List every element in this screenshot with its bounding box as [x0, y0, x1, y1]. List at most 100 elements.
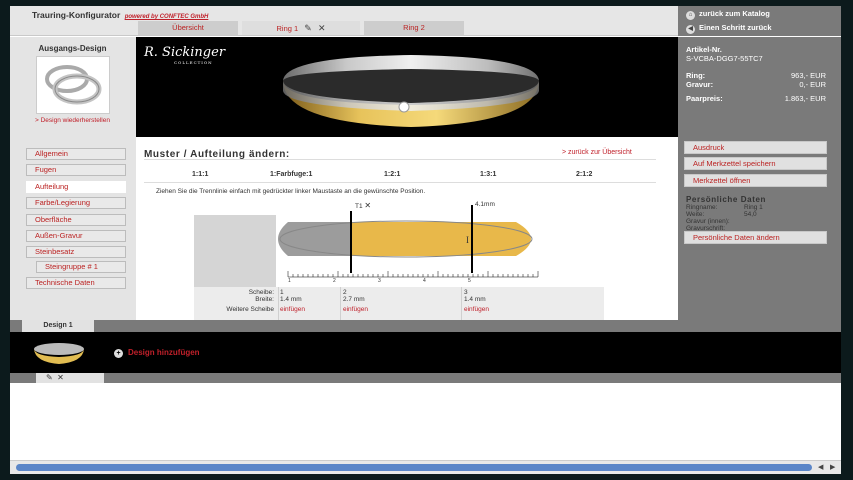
- horizontal-scrollbar[interactable]: ◀ ▶: [10, 460, 841, 474]
- editor-background: [194, 215, 276, 288]
- tab-label: Ring 1: [276, 24, 299, 33]
- price-label: Ring:: [686, 71, 706, 80]
- price-value: 0,- EUR: [799, 80, 826, 89]
- insert-slice-link[interactable]: einfügen: [464, 306, 489, 313]
- powered-by-link[interactable]: powered by CONFTEC GmbH: [125, 14, 209, 20]
- slice-number: 2: [343, 289, 347, 296]
- ruler-label: 5: [468, 278, 471, 284]
- close-icon[interactable]: ✕: [364, 201, 371, 210]
- ruler-label: 4: [423, 278, 426, 284]
- width-label: 4.1mm: [475, 201, 495, 208]
- tab-ring-1[interactable]: Ring 1 ✎ ✕: [242, 21, 360, 35]
- menu-steingruppe-1[interactable]: Steingruppe # 1: [36, 261, 126, 273]
- slice-number: 3: [464, 289, 468, 296]
- personal-row: Weite: 54,0: [686, 211, 830, 218]
- instruction-text: Ziehen Sie die Trennlinie einfach mit ge…: [156, 188, 426, 195]
- insert-slice-link[interactable]: einfügen: [343, 306, 368, 313]
- personal-data-title: Persönliche Daten: [686, 195, 767, 204]
- insert-slice-link[interactable]: einfügen: [280, 306, 305, 313]
- weitere-header: Weitere Scheibe: [226, 306, 274, 313]
- back-arrow-icon: ◀: [686, 25, 695, 34]
- back-to-overview-link[interactable]: > zurück zur Übersicht: [562, 149, 632, 156]
- handle-label-text: T1: [355, 203, 363, 210]
- scheibe-header: Scheibe:: [248, 289, 274, 296]
- personal-row: Ringname: Ring 1: [686, 204, 830, 211]
- ratio-option[interactable]: 1:1:1: [192, 171, 208, 178]
- catalog-link[interactable]: ⌂ zurück zum Katalog: [686, 9, 770, 20]
- add-design-label: Design hinzufügen: [128, 348, 200, 357]
- ratio-option[interactable]: 1:2:1: [384, 171, 400, 178]
- app-title: Trauring-Konfigurator powered by CONFTEC…: [32, 10, 208, 20]
- menu-farbe-legierung[interactable]: Farbe/Legierung: [26, 197, 126, 209]
- menu-aussen-gravur[interactable]: Außen-Gravur: [26, 230, 126, 242]
- rings-thumbnail-icon: [44, 65, 101, 105]
- divider: [144, 159, 656, 160]
- menu-aufteilung[interactable]: Aufteilung: [26, 181, 126, 193]
- scroll-right-icon[interactable]: ▶: [830, 463, 835, 471]
- design-tools: ✎ ✕: [36, 373, 104, 383]
- tab-label: Ring 2: [403, 23, 425, 32]
- menu-steinbesatz[interactable]: Steinbesatz: [26, 246, 126, 258]
- slice-width: 1.4 mm: [280, 296, 302, 303]
- article-label: Artikel-Nr.: [686, 45, 722, 54]
- brand-subtitle: COLLECTION: [174, 60, 213, 65]
- app-title-text: Trauring-Konfigurator: [32, 10, 121, 20]
- price-value: 1.863,- EUR: [784, 94, 826, 103]
- origin-design-title: Ausgangs-Design: [38, 44, 107, 53]
- tab-label: Übersicht: [172, 23, 204, 32]
- ruler-label: 2: [333, 278, 336, 284]
- change-personal-data-button[interactable]: Persönliche Daten ändern: [684, 231, 827, 244]
- ring-thumbnail-icon[interactable]: [32, 340, 86, 366]
- ratio-option[interactable]: 2:1:2: [576, 171, 592, 178]
- pencil-icon[interactable]: ✎: [46, 373, 53, 382]
- slice-width: 2.7 mm: [343, 296, 365, 303]
- catalog-link-label: zurück zum Katalog: [699, 9, 770, 18]
- design-tabs-bar: Design 1: [10, 320, 841, 332]
- menu-fugen[interactable]: Fugen: [26, 164, 126, 176]
- scroll-left-icon[interactable]: ◀: [818, 463, 823, 471]
- right-header: ⌂ zurück zum Katalog ◀ Einen Schritt zurüc…: [678, 6, 841, 36]
- home-icon: ⌂: [686, 11, 695, 20]
- personal-row: Gravur (innen):: [686, 218, 830, 225]
- design-strip: + Design hinzufügen: [10, 332, 841, 373]
- ruler-label: 3: [378, 278, 381, 284]
- origin-design-box: Ausgangs-Design > Design wiederherstelle…: [20, 37, 125, 137]
- breite-header: Breite:: [255, 296, 274, 303]
- close-icon[interactable]: ✕: [57, 373, 64, 382]
- save-notes-button[interactable]: Auf Merkzettel speichern: [684, 157, 827, 170]
- division-editor: Muster / Aufteilung ändern: > zurück zur…: [136, 137, 678, 326]
- ratio-option[interactable]: 1:Farbfuge:1: [270, 171, 312, 178]
- scrollbar-thumb[interactable]: [16, 464, 812, 471]
- article-info: Artikel-Nr. S-VCBA-DGG7-55TC7: [686, 45, 763, 63]
- close-icon[interactable]: ✕: [318, 23, 326, 33]
- divider: [144, 182, 656, 183]
- ring-cross-section: I: [278, 205, 539, 278]
- add-design-button[interactable]: + Design hinzufügen: [114, 348, 200, 358]
- configurator-window: Trauring-Konfigurator powered by CONFTEC…: [10, 6, 841, 474]
- origin-design-image[interactable]: [35, 56, 110, 114]
- price-value: 963,- EUR: [790, 71, 826, 80]
- menu-oberflaeche[interactable]: Oberfläche: [26, 214, 126, 226]
- price-ring: Ring: 963,- EUR: [686, 71, 826, 80]
- menu-technische-daten[interactable]: Technische Daten: [26, 277, 126, 289]
- open-notes-button[interactable]: Merkzettel öffnen: [684, 174, 827, 187]
- print-button[interactable]: Ausdruck: [684, 141, 827, 154]
- brand-name: R. Sickinger: [144, 45, 226, 60]
- ring-image: [283, 55, 539, 127]
- pencil-icon[interactable]: ✎: [304, 23, 312, 33]
- tab-uebersicht[interactable]: Übersicht: [138, 21, 238, 35]
- slice-2-shape: [351, 222, 472, 256]
- ratio-option[interactable]: 1:3:1: [480, 171, 496, 178]
- menu-allgemein[interactable]: Allgemein: [26, 148, 126, 160]
- restore-design-link[interactable]: > Design wiederherstellen: [20, 117, 125, 124]
- step-back-link[interactable]: ◀ Einen Schritt zurück: [686, 23, 772, 34]
- price-pair: Paarpreis: 1.863,- EUR: [686, 94, 826, 103]
- price-label: Gravur:: [686, 80, 714, 89]
- personal-data: Persönliche Daten Ringname: Ring 1 Weite:…: [686, 195, 830, 235]
- ring-preview: R. Sickinger COLLECTION: [136, 37, 678, 137]
- tab-design-1[interactable]: Design 1: [22, 320, 94, 332]
- tab-ring-2[interactable]: Ring 2: [364, 21, 464, 35]
- design-tools-bar: ✎ ✕: [10, 373, 841, 383]
- price-label: Paarpreis:: [686, 94, 723, 103]
- personal-label: Gravur (innen):: [686, 218, 730, 225]
